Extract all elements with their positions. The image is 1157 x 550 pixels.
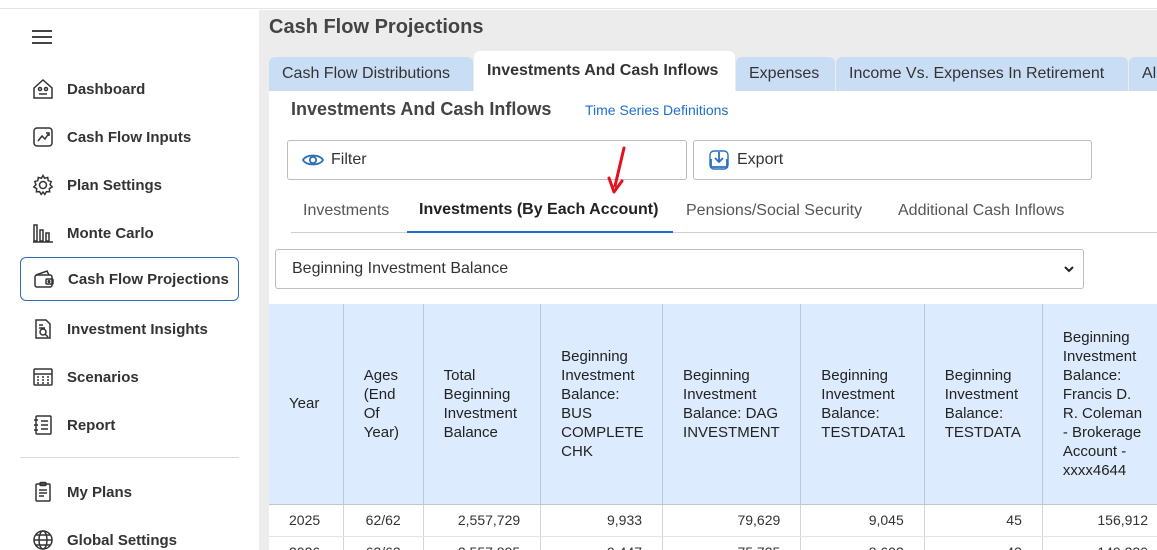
tab-expenses[interactable]: Expenses <box>736 57 835 91</box>
table-cell: 2026 <box>269 536 344 550</box>
select-value: Beginning Investment Balance <box>292 260 509 277</box>
sidebar-item-monte-carlo[interactable]: Monte Carlo <box>20 211 239 255</box>
sidebar-item-label: Plan Settings <box>67 176 163 194</box>
subtab-investments-by-account[interactable]: Investments (By Each Account) <box>407 189 673 233</box>
column-header[interactable]: Beginning Investment Balance: Francis D.… <box>1042 304 1157 505</box>
column-header[interactable]: Beginning Investment Balance: TESTDATA <box>924 304 1043 505</box>
chevron-down-icon <box>1064 266 1074 273</box>
export-button[interactable]: Export <box>693 140 1092 180</box>
sub-tabs: Investments Investments (By Each Account… <box>291 189 1157 233</box>
sidebar-item-label: Monte Carlo <box>67 224 154 242</box>
table-cell: 156,912 <box>1042 504 1157 537</box>
sidebar-item-report[interactable]: Report <box>20 403 239 447</box>
balance-type-select[interactable]: Beginning Investment Balance <box>275 249 1084 289</box>
investment-table: Year Ages (End Of Year) Total Beginning … <box>269 304 1157 550</box>
export-icon <box>709 150 729 170</box>
table-cell: 2025 <box>269 504 344 537</box>
tab-overflow[interactable]: Al <box>1129 57 1157 91</box>
sidebar-item-global-settings[interactable]: Global Settings <box>20 518 239 550</box>
tab-panel: Investments And Cash Inflows Time Series… <box>269 91 1157 550</box>
subtab-investments[interactable]: Investments <box>291 189 401 233</box>
table-cell: 9,447 <box>540 536 664 550</box>
time-series-definitions-link[interactable]: Time Series Definitions <box>585 102 728 118</box>
sidebar-item-cash-flow-inputs[interactable]: Cash Flow Inputs <box>20 115 239 159</box>
sidebar-item-label: Cash Flow Projections <box>68 270 229 288</box>
subtab-additional-cash-inflows[interactable]: Additional Cash Inflows <box>886 189 1076 233</box>
column-header[interactable]: Beginning Investment Balance: DAG INVEST… <box>662 304 802 505</box>
sidebar-item-my-plans[interactable]: My Plans <box>20 470 239 514</box>
table-cell: 45 <box>924 504 1043 537</box>
cash-flow-inputs-icon <box>30 124 56 150</box>
wallet-icon <box>31 266 57 292</box>
column-header[interactable]: Ages (End Of Year) <box>343 304 424 505</box>
table-cell: 149,220 <box>1042 536 1157 550</box>
column-header[interactable]: Year <box>269 304 344 505</box>
section-title: Investments And Cash Inflows <box>291 99 552 119</box>
sidebar-divider <box>20 457 239 458</box>
column-header[interactable]: Beginning Investment Balance: BUS COMPLE… <box>540 304 664 505</box>
filter-button[interactable]: Filter <box>287 140 687 180</box>
sidebar: Dashboard Cash Flow Inputs Plan Settings… <box>0 10 259 550</box>
sidebar-item-cash-flow-projections[interactable]: Cash Flow Projections <box>20 257 239 301</box>
column-header[interactable]: Beginning Investment Balance: TESTDATA1 <box>800 304 925 505</box>
sidebar-item-dashboard[interactable]: Dashboard <box>20 67 239 111</box>
sidebar-item-label: Scenarios <box>67 368 139 386</box>
sidebar-item-label: Global Settings <box>67 531 178 549</box>
table-cell: 43 <box>924 536 1043 550</box>
sidebar-item-label: Dashboard <box>67 80 146 98</box>
table-header-row: Year Ages (End Of Year) Total Beginning … <box>269 304 1157 505</box>
table-row: 2026 63/63 2,557,895 9,447 75,725 8,602 … <box>269 536 1157 550</box>
sidebar-item-scenarios[interactable]: Scenarios <box>20 355 239 399</box>
menu-icon[interactable] <box>32 30 52 46</box>
table-cell: 2,557,895 <box>423 536 542 550</box>
filter-label: Filter <box>331 151 367 168</box>
tab-cash-flow-distributions[interactable]: Cash Flow Distributions <box>269 57 473 91</box>
table-cell: 2,557,729 <box>423 504 542 537</box>
globe-icon <box>30 527 56 550</box>
sidebar-item-label: Investment Insights <box>67 320 208 338</box>
tab-income-vs-expenses[interactable]: Income Vs. Expenses In Retirement <box>836 57 1128 91</box>
calculator-icon <box>30 364 56 390</box>
table-row: 2025 62/62 2,557,729 9,933 79,629 9,045 … <box>269 504 1157 537</box>
tab-investments-and-cash-inflows[interactable]: Investments And Cash Inflows <box>474 51 735 91</box>
sidebar-item-plan-settings[interactable]: Plan Settings <box>20 163 239 207</box>
eye-icon <box>301 154 325 166</box>
table-cell: 8,602 <box>800 536 925 550</box>
table-cell: 63/63 <box>343 536 424 550</box>
page-title: Cash Flow Projections <box>269 16 484 38</box>
dashboard-icon <box>30 76 56 102</box>
sidebar-item-label: Cash Flow Inputs <box>67 128 192 146</box>
table-cell: 75,725 <box>662 536 802 550</box>
table-cell: 62/62 <box>343 504 424 537</box>
gear-icon <box>30 172 56 198</box>
sidebar-item-label: Report <box>67 416 116 434</box>
bar-chart-icon <box>30 220 56 246</box>
table-cell: 9,933 <box>540 504 664 537</box>
column-header[interactable]: Total Beginning Investment Balance <box>423 304 542 505</box>
subtab-pensions-social-security[interactable]: Pensions/Social Security <box>674 189 874 233</box>
table-cell: 9,045 <box>800 504 925 537</box>
export-label: Export <box>737 151 784 168</box>
report-icon <box>30 412 56 438</box>
top-border <box>0 0 1157 9</box>
sidebar-item-investment-insights[interactable]: Investment Insights <box>20 307 239 351</box>
clipboard-icon <box>30 479 56 505</box>
main-content: Cash Flow Projections Cash Flow Distribu… <box>259 10 1157 550</box>
top-tabs: Cash Flow Distributions Investments And … <box>269 51 1157 91</box>
sidebar-item-label: My Plans <box>67 483 133 501</box>
document-search-icon <box>30 316 56 342</box>
investment-table-container[interactable]: Year Ages (End Of Year) Total Beginning … <box>269 304 1157 550</box>
table-cell: 79,629 <box>662 504 802 537</box>
